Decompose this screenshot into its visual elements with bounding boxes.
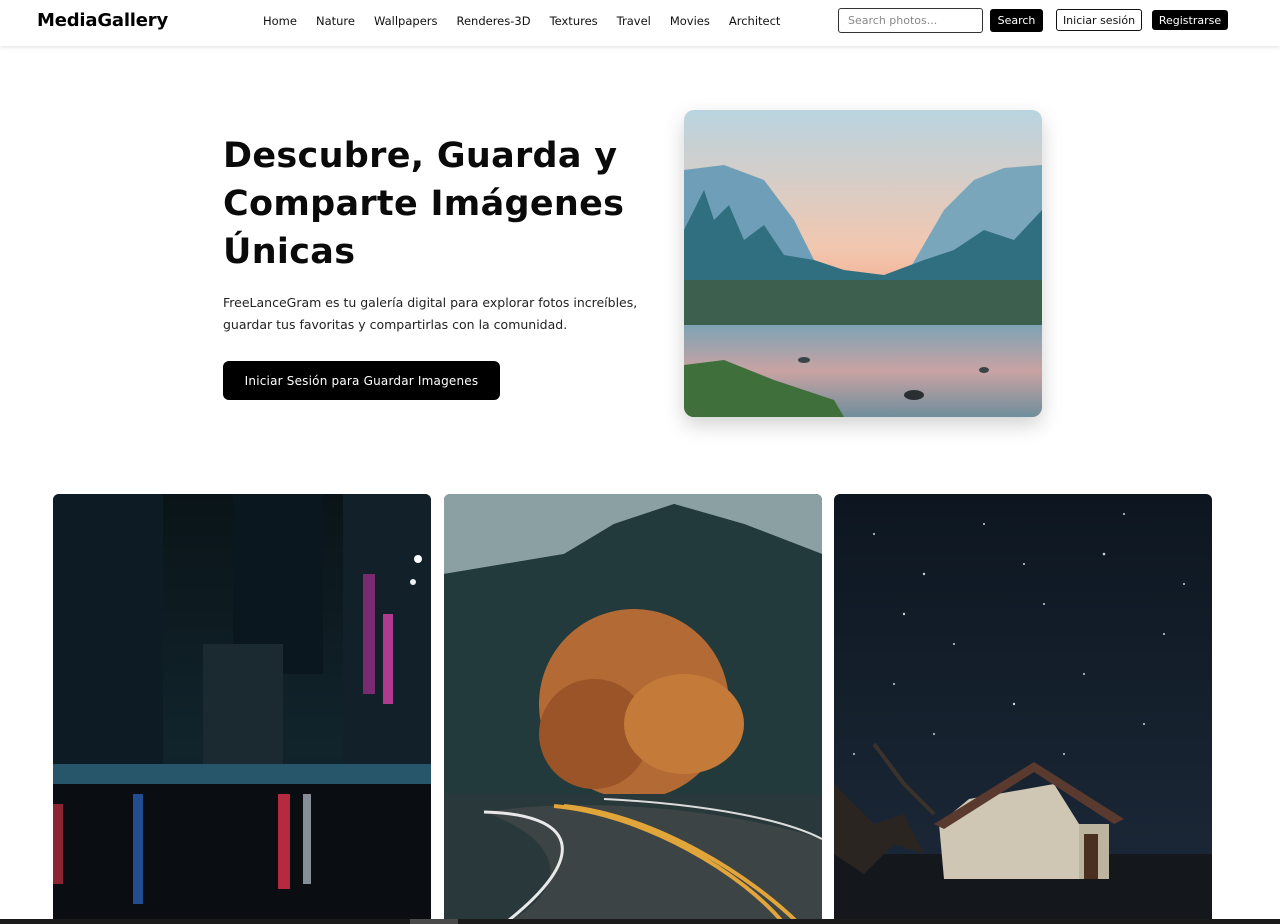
search-button[interactable]: Search: [990, 9, 1043, 32]
nav-link-wallpapers[interactable]: Wallpapers: [374, 13, 438, 29]
login-button[interactable]: Iniciar sesión: [1056, 9, 1142, 31]
login-to-save-button[interactable]: Iniciar Sesión para Guardar Imagenes: [223, 361, 500, 400]
nav-link-renders-3d[interactable]: Renderes-3D: [456, 13, 530, 29]
nav-link-travel[interactable]: Travel: [617, 13, 651, 29]
nav-link-movies[interactable]: Movies: [670, 13, 710, 29]
nav-link-nature[interactable]: Nature: [316, 13, 355, 29]
site-logo[interactable]: MediaGallery: [37, 10, 168, 31]
search-input[interactable]: [838, 8, 983, 33]
nav-link-home[interactable]: Home: [263, 13, 297, 29]
nav-link-textures[interactable]: Textures: [550, 13, 598, 29]
main-nav: Home Nature Wallpapers Renderes-3D Textu…: [263, 13, 799, 29]
top-navbar: MediaGallery Home Nature Wallpapers Rend…: [0, 0, 1280, 46]
gallery-card-starry-house[interactable]: [834, 494, 1212, 924]
gallery-card-night-city[interactable]: [53, 494, 431, 924]
gallery-card-autumn-road[interactable]: [444, 494, 822, 924]
hero-valley-image: [684, 110, 1042, 417]
nav-link-architect[interactable]: Architect: [729, 13, 781, 29]
scrollbar-thumb[interactable]: [410, 919, 458, 924]
hero-title: Descubre, Guarda y Comparte Imágenes Úni…: [223, 136, 625, 272]
horizontal-scrollbar[interactable]: [0, 919, 1280, 924]
register-button[interactable]: Registrarse: [1152, 10, 1228, 30]
hero-description: FreeLanceGram es tu galería digital para…: [223, 295, 638, 332]
